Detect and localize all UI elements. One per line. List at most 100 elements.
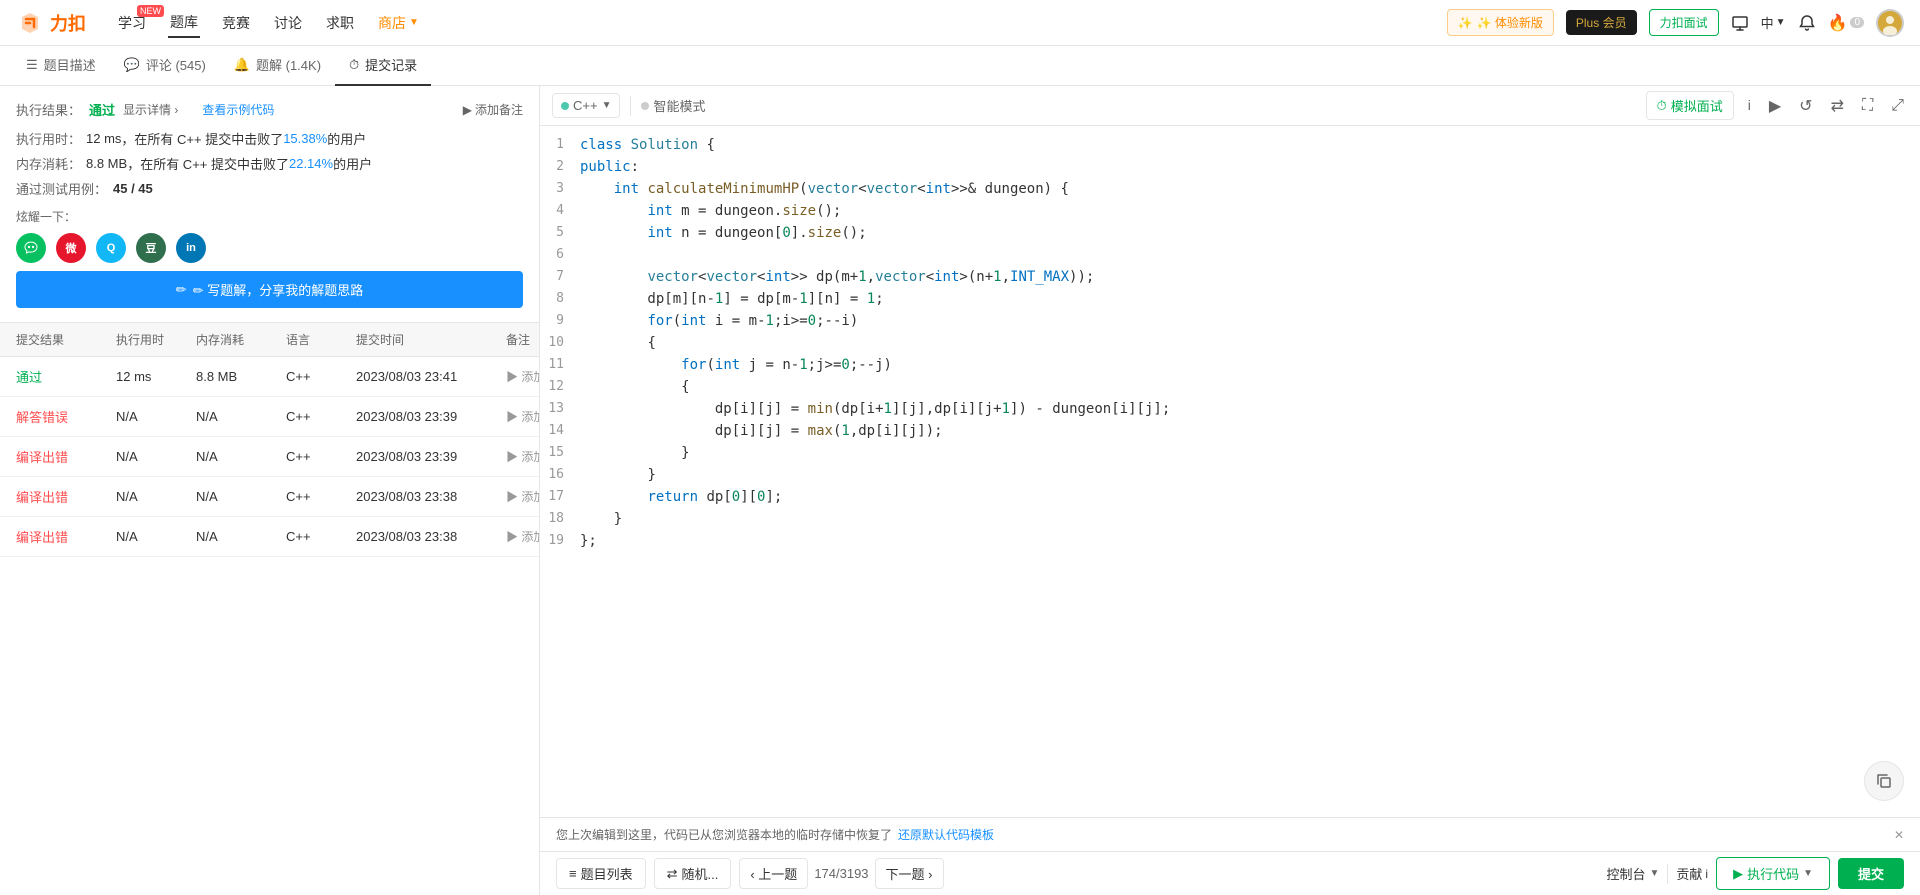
restore-link[interactable]: 还原默认代码模板 [898, 826, 994, 843]
redo-icon-btn[interactable]: ⇄ [1827, 92, 1848, 120]
row-result-3[interactable]: 编译出错 [16, 447, 116, 466]
separator [630, 96, 631, 116]
close-notification-btn[interactable]: ✕ [1894, 828, 1904, 842]
sparkle-icon: ✨ [1458, 16, 1473, 30]
line-content-7: vector<vector<int>> dp(m+1,vector<int>(n… [580, 266, 1920, 288]
code-line-2: 2 public: [540, 156, 1920, 178]
memory-percent: 22.14% [289, 156, 333, 171]
row-submit-time-3: 2023/08/03 23:39 [356, 449, 506, 464]
submit-label: 提交 [1858, 867, 1884, 882]
contribute-icon: i [1705, 867, 1708, 881]
lang-select[interactable]: C++ ▼ [552, 93, 620, 118]
row-note-4[interactable]: ▶ 添加备注 [506, 488, 539, 505]
footer-right: 控制台 ▼ 贡献 i ▶ 执行代码 ▼ 提交 [1606, 857, 1904, 890]
wechat-icon[interactable] [16, 233, 46, 263]
play-icon-btn[interactable]: ▶ [1765, 92, 1785, 120]
notification-count: 0 [1850, 17, 1864, 28]
contribute-btn[interactable]: 贡献 i [1676, 864, 1708, 883]
settings-icon-btn[interactable]: ⛶ [1858, 93, 1877, 119]
add-note-top-btn[interactable]: ▶ 添加备注 [463, 101, 523, 118]
result-code-link[interactable]: 查看示例代码 [202, 101, 274, 118]
copy-btn[interactable] [1864, 761, 1904, 801]
line-content-2: public: [580, 156, 1920, 178]
line-content-16: } [580, 464, 1920, 486]
tab-comments[interactable]: 💬 评论 (545) [110, 46, 220, 86]
notification-btn[interactable] [1798, 14, 1816, 32]
linkedin-letter: in [186, 242, 196, 254]
row-result-2[interactable]: 解答错误 [16, 407, 116, 426]
row-result-4[interactable]: 编译出错 [16, 487, 116, 506]
col-memory: 内存消耗 [196, 331, 286, 348]
table-row: 编译出错 N/A N/A C++ 2023/08/03 23:38 ▶ 添加备注 [0, 477, 539, 517]
qq-icon[interactable]: Q [96, 233, 126, 263]
tab-solutions[interactable]: 🔔 题解 (1.4K) [220, 46, 335, 86]
logo[interactable]: 力扣 [16, 9, 86, 37]
screen-icon-btn[interactable] [1731, 14, 1749, 32]
undo-icon-btn[interactable]: ↺ [1795, 92, 1816, 120]
line-num-9: 9 [540, 310, 580, 332]
nav-shop[interactable]: 商店 ▼ [376, 9, 421, 37]
prev-problem-btn[interactable]: ‹ 上一题 [739, 858, 808, 889]
tab-submissions[interactable]: ⏱ 提交记录 [335, 46, 431, 86]
random-btn[interactable]: ⇄ 随机... [654, 858, 732, 889]
tab-comments-label: 评论 (545) [146, 55, 206, 74]
pencil-icon: ✏ [176, 282, 187, 298]
next-problem-btn[interactable]: 下一题 › [875, 858, 944, 889]
nav-right: ✨ ✨ 体验新版 Plus 会员 力扣面试 中 ▼ 🔥 0 [1447, 9, 1904, 37]
nav-learn[interactable]: 学习 NEW [116, 9, 148, 37]
info-icon-btn[interactable]: i [1744, 93, 1755, 119]
linkedin-icon[interactable]: in [176, 233, 206, 263]
row-note-3[interactable]: ▶ 添加备注 [506, 448, 539, 465]
code-editor[interactable]: 1 class Solution { 2 public: 3 int calcu… [540, 126, 1920, 817]
line-content-3: int calculateMinimumHP(vector<vector<int… [580, 178, 1920, 200]
lang-dropdown-arrow: ▼ [602, 100, 612, 111]
line-num-11: 11 [540, 354, 580, 376]
nav-problems[interactable]: 题库 [168, 8, 200, 38]
write-solution-btn[interactable]: ✏ ✏ 写题解，分享我的解题思路 [16, 271, 523, 308]
problem-list-btn[interactable]: ≡ 题目列表 [556, 858, 646, 889]
user-avatar[interactable] [1876, 9, 1904, 37]
line-content-15: } [580, 442, 1920, 464]
fullscreen-icon-btn[interactable]: ⤢ [1887, 93, 1908, 119]
contribute-label: 贡献 [1676, 864, 1702, 883]
tab-description[interactable]: ☰ 题目描述 [12, 46, 110, 86]
code-line-9: 9 for(int i = m-1;i>=0;--i) [540, 310, 1920, 332]
qq-letter: Q [107, 242, 116, 254]
nav-jobs[interactable]: 求职 [324, 9, 356, 37]
row-note-1[interactable]: ▶ 添加备注 [506, 368, 539, 385]
line-num-15: 15 [540, 442, 580, 464]
row-result-1[interactable]: 通过 [16, 367, 116, 386]
settings-icon: ⛶ [1862, 97, 1873, 114]
line-num-1: 1 [540, 134, 580, 156]
nav-discuss[interactable]: 讨论 [272, 9, 304, 37]
table-row: 编译出错 N/A N/A C++ 2023/08/03 23:39 ▶ 添加备注 [0, 437, 539, 477]
submit-btn[interactable]: 提交 [1838, 858, 1904, 889]
top-nav: 力扣 学习 NEW 题库 竞赛 讨论 求职 商店 ▼ ✨ ✨ 体验新版 Plus… [0, 0, 1920, 46]
code-line-12: 12 { [540, 376, 1920, 398]
weibo-icon[interactable]: 微 [56, 233, 86, 263]
fire-icon-btn[interactable]: 🔥 0 [1828, 13, 1864, 33]
douban-icon[interactable]: 豆 [136, 233, 166, 263]
experience-btn[interactable]: ✨ ✨ 体验新版 [1447, 9, 1554, 36]
result-details-link[interactable]: 显示详情 › [123, 101, 178, 118]
row-submit-time-1: 2023/08/03 23:41 [356, 369, 506, 384]
interview-btn[interactable]: 力扣面试 [1649, 9, 1719, 36]
plus-btn[interactable]: Plus 会员 [1566, 10, 1637, 35]
row-time-5: N/A [116, 529, 196, 544]
comment-icon: 💬 [124, 57, 140, 73]
line-num-5: 5 [540, 222, 580, 244]
main-layout: 执行结果： 通过 显示详情 › 查看示例代码 ▶ 添加备注 执行用时： 12 m… [0, 86, 1920, 895]
row-result-5[interactable]: 编译出错 [16, 527, 116, 546]
lang-selector[interactable]: 中 ▼ [1761, 13, 1786, 32]
row-note-5[interactable]: ▶ 添加备注 [506, 528, 539, 545]
run-code-btn[interactable]: ▶ 执行代码 ▼ [1716, 857, 1830, 890]
exec-result-label: 执行结果： [16, 100, 81, 119]
result-status: 通过 [89, 100, 115, 119]
line-content-4: int m = dungeon.size(); [580, 200, 1920, 222]
run-icon: ▶ [1733, 866, 1743, 882]
console-btn[interactable]: 控制台 ▼ [1606, 864, 1659, 883]
avatar-img [1878, 11, 1902, 35]
nav-contest[interactable]: 竞赛 [220, 9, 252, 37]
mock-interview-btn[interactable]: ⏱ 模拟面试 [1646, 91, 1734, 120]
row-note-2[interactable]: ▶ 添加备注 [506, 408, 539, 425]
